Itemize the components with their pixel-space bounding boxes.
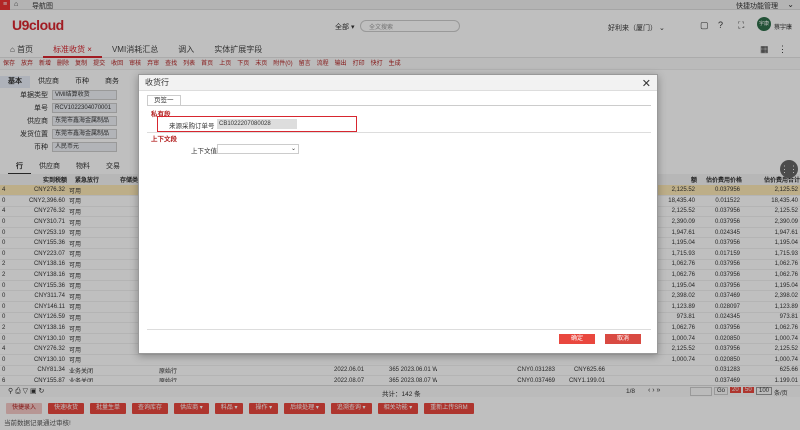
receipt-line-dialog: 收货行 ✕ 页签一 私有段 来源采购订单号 CB1022207080028 上下…	[138, 74, 658, 354]
dialog-tab[interactable]: 页签一	[147, 95, 181, 105]
source-po-label: 来源采购订单号	[169, 123, 215, 130]
section-divider	[147, 132, 651, 133]
tab-divider	[147, 105, 651, 106]
footer-divider	[147, 329, 651, 330]
cancel-button[interactable]: 取消	[605, 334, 642, 344]
context-section-title: 上下文段	[151, 136, 177, 143]
dialog-title: 收货行	[139, 75, 657, 91]
context-value-select[interactable]: ⌄	[217, 144, 299, 154]
close-icon[interactable]: ✕	[642, 77, 651, 90]
context-value-label: 上下文值	[191, 148, 217, 155]
source-po-field[interactable]: CB1022207080028	[217, 119, 297, 129]
ok-button[interactable]: 确定	[559, 334, 596, 344]
